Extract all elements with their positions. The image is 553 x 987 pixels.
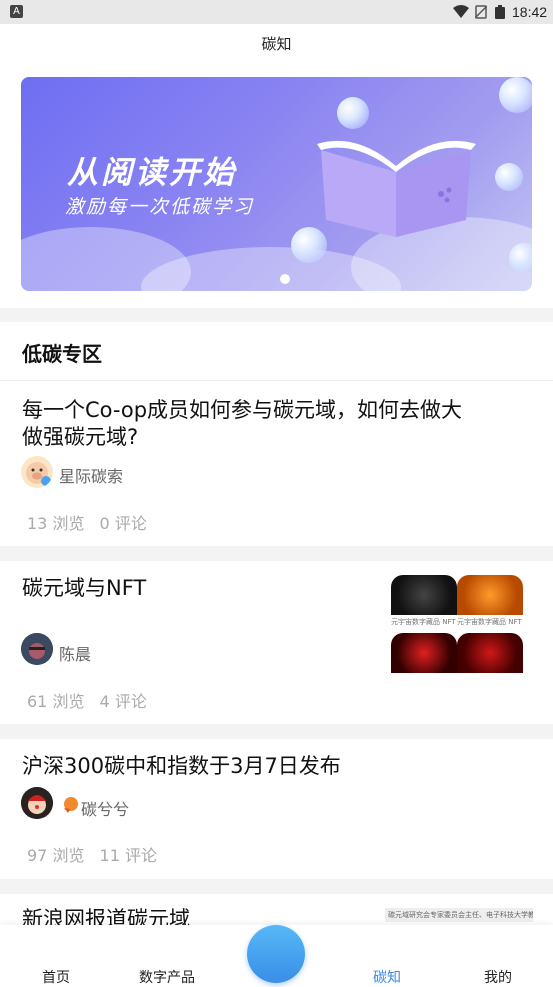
views-count: 97 浏览: [27, 846, 85, 865]
article-stats: 97 浏览 11 评论: [27, 842, 167, 866]
comments-count: 11 评论: [99, 846, 157, 865]
user-avatar-icon: [21, 787, 53, 819]
article-card[interactable]: 每一个Co-op成员如何参与碳元域，如何去做大 做强碳元域? 星际碳索 13 浏…: [0, 381, 553, 546]
article-thumbnail[interactable]: 元宇宙数字藏品 NFT 元宇宙数字藏品 NFT: [387, 575, 527, 673]
author-name[interactable]: 星际碳索: [59, 463, 123, 487]
thumbnail-image: [391, 575, 457, 615]
article-title-line: 每一个Co-op成员如何参与碳元域，如何去做大: [22, 398, 463, 422]
center-action-button[interactable]: [247, 925, 305, 983]
status-bar: A 18:42: [0, 0, 553, 24]
status-time: 18:42: [512, 4, 548, 20]
page-title: 碳知: [0, 24, 553, 66]
article-card[interactable]: 新浪网报道碳元域 碳元域研究会专家委员会主任、电子科技大学教: [0, 894, 553, 925]
article-title-line: 做强碳元域?: [22, 425, 139, 449]
tab-mine[interactable]: 我的: [484, 967, 512, 987]
no-sim-icon: [475, 5, 487, 19]
user-avatar-icon: [21, 633, 53, 665]
bubble-decoration: [499, 77, 532, 113]
article-title: 新浪网报道碳元域: [22, 907, 190, 925]
notification-a-icon: A: [10, 5, 23, 18]
carousel-indicator[interactable]: [280, 274, 290, 284]
book-icon: [317, 140, 476, 237]
article-title: 碳元域与NFT: [22, 576, 147, 600]
banner-carousel[interactable]: 从阅读开始 激励每一次低碳学习: [21, 77, 532, 291]
thumbnail-caption: 元宇宙数字藏品 NFT: [457, 618, 522, 626]
comments-count: 0 评论: [99, 514, 147, 533]
article-stats: 13 浏览 0 评论: [27, 510, 157, 534]
tab-digital-products[interactable]: 数字产品: [139, 967, 195, 987]
author-name[interactable]: 陈晨: [59, 641, 91, 665]
banner-headline: 从阅读开始: [67, 155, 237, 191]
battery-icon: [495, 5, 505, 19]
banner-subline: 激励每一次低碳学习: [65, 196, 255, 218]
thumbnail-caption: 元宇宙数字藏品 NFT: [391, 618, 456, 626]
article-title: 沪深300碳中和指数于3月7日发布: [22, 754, 341, 778]
bubble-decoration: [337, 97, 369, 129]
medal-icon: [64, 797, 78, 813]
article-stats: 61 浏览 4 评论: [27, 688, 157, 712]
section-title: 低碳专区: [22, 342, 102, 366]
bubble-decoration: [509, 243, 532, 273]
thumbnail-image: [457, 633, 523, 673]
avatar[interactable]: [21, 787, 53, 819]
banner-section: 从阅读开始 激励每一次低碳学习: [0, 66, 553, 308]
avatar[interactable]: [21, 633, 53, 665]
avatar[interactable]: [21, 456, 53, 488]
pig-avatar-icon: [26, 462, 51, 486]
bubble-decoration: [495, 163, 523, 191]
article-card[interactable]: 碳元域与NFT 元宇宙数字藏品 NFT 元宇宙数字藏品 NFT 陈晨 61 浏览…: [0, 561, 553, 724]
views-count: 13 浏览: [27, 514, 85, 533]
views-count: 61 浏览: [27, 692, 85, 711]
tab-home[interactable]: 首页: [42, 967, 70, 987]
author-name[interactable]: 碳兮兮: [81, 796, 129, 820]
thumbnail-image: [457, 575, 523, 615]
thumbnail-image: [391, 633, 457, 673]
comments-count: 4 评论: [99, 692, 147, 711]
tab-carbon-knowledge[interactable]: 碳知: [373, 967, 401, 987]
section-header: 低碳专区: [0, 322, 553, 381]
article-title: 每一个Co-op成员如何参与碳元域，如何去做大 做强碳元域?: [22, 397, 532, 451]
article-card[interactable]: 沪深300碳中和指数于3月7日发布 碳兮兮 97 浏览 11 评论: [0, 739, 553, 879]
thumbnail-caption: 碳元域研究会专家委员会主任、电子科技大学教: [385, 908, 533, 922]
wifi-icon: [453, 5, 469, 18]
